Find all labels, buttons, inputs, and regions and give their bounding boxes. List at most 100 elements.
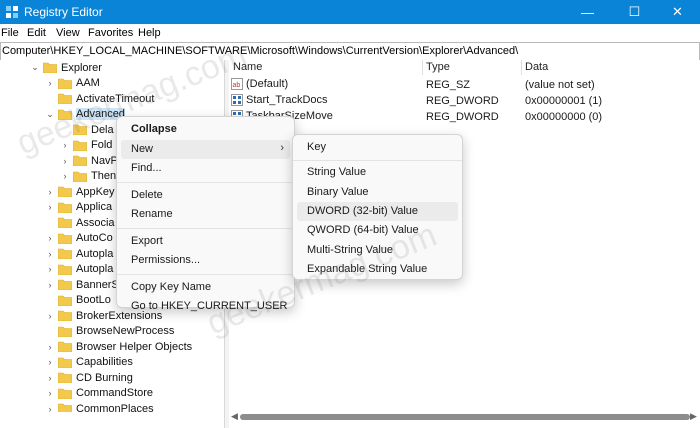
menu-separator	[117, 182, 294, 183]
folder-icon	[73, 124, 87, 135]
tree-item[interactable]: › AAM	[45, 76, 100, 91]
submenu-item-dword-32-bit-value[interactable]: DWORD (32-bit) Value	[297, 201, 458, 221]
column-divider[interactable]	[422, 60, 423, 75]
folder-icon	[73, 140, 87, 151]
submenu-item-binary-value[interactable]: Binary Value	[297, 183, 458, 202]
tree-item[interactable]: ⌄ Explorer	[30, 60, 102, 75]
value-data: 0x00000001 (1)	[525, 95, 603, 107]
menu-view[interactable]: View	[56, 27, 80, 39]
value-row[interactable]: TaskbarSizeMoveREG_DWORD0x00000000 (0)	[229, 109, 700, 125]
tree-item[interactable]: BrowseNewProcess	[45, 324, 174, 339]
tree-item[interactable]: Dela	[60, 122, 114, 137]
tree-item[interactable]: › NavP	[60, 153, 118, 168]
tree-item[interactable]: › CommonPlaces	[45, 401, 154, 412]
submenu-item-string-value[interactable]: String Value	[297, 163, 458, 182]
folder-icon	[43, 62, 57, 73]
column-divider[interactable]	[521, 60, 522, 75]
chevron-right-icon[interactable]: ›	[45, 77, 55, 89]
folder-icon	[58, 93, 72, 104]
submenu-item-expandable-string-value[interactable]: Expandable String Value	[297, 260, 458, 279]
menu-item-label: Collapse	[131, 123, 177, 135]
column-header-type[interactable]: Type	[426, 61, 450, 73]
tree-item[interactable]: › AppKey	[45, 184, 115, 199]
chevron-right-icon[interactable]: ›	[45, 248, 55, 260]
tree-horizontal-scrollbar[interactable]	[0, 412, 224, 428]
menu-separator	[293, 160, 462, 162]
new-submenu: Key String Value Binary Value DWORD (32-bit…	[292, 134, 463, 280]
chevron-right-icon[interactable]: ›	[60, 170, 70, 182]
values-horizontal-scrollbar[interactable]	[240, 414, 690, 420]
chevron-right-icon[interactable]: ›	[45, 310, 55, 322]
tree-item[interactable]: Associa	[45, 215, 115, 230]
tree-item[interactable]: ActivateTimeout	[45, 91, 154, 106]
menu-item-export[interactable]: Export	[121, 232, 290, 251]
value-data: 0x00000000 (0)	[525, 111, 603, 123]
value-row[interactable]: ab (Default) REG_SZ (value not set)	[229, 77, 700, 93]
tree-item-label: Capabilities	[76, 356, 133, 368]
value-row[interactable]: Start_TrackDocs REG_DWORD 0x00000001 (1)	[229, 93, 700, 109]
tree-item[interactable]: › Fold	[60, 138, 113, 153]
menu-item-find[interactable]: Find...	[121, 159, 290, 178]
minimize-icon: —	[581, 4, 594, 20]
menu-edit[interactable]: Edit	[27, 27, 46, 39]
menu-item-rename[interactable]: Rename	[121, 205, 290, 224]
string-value-icon: ab	[231, 78, 243, 90]
chevron-right-icon[interactable]: ›	[45, 186, 55, 198]
chevron-right-icon[interactable]: ›	[45, 341, 55, 353]
menu-favorites[interactable]: Favorites	[88, 27, 133, 39]
chevron-down-icon[interactable]: ⌄	[30, 62, 40, 74]
tree-item[interactable]: › CD Burning	[45, 370, 133, 385]
menu-item-delete[interactable]: Delete	[121, 186, 290, 205]
tree-item[interactable]: › CommandStore	[45, 386, 154, 401]
tree-item[interactable]: › Autopla	[45, 246, 114, 261]
chevron-right-icon[interactable]: ›	[45, 403, 55, 413]
scroll-right-arrow-icon[interactable]: ▶	[690, 411, 697, 422]
tree-item[interactable]: BootLo	[45, 293, 111, 308]
menu-item-permissions[interactable]: Permissions...	[121, 251, 290, 270]
column-header-data[interactable]: Data	[525, 61, 548, 73]
tree-item-label: Dela	[91, 123, 114, 136]
minimize-button[interactable]: —	[565, 0, 610, 24]
column-header-name[interactable]: Name	[233, 61, 262, 73]
menu-item-label: Find...	[131, 162, 162, 174]
maximize-button[interactable]: ☐	[612, 0, 657, 24]
chevron-right-icon[interactable]: ›	[45, 279, 55, 291]
submenu-item-key[interactable]: Key	[297, 138, 458, 157]
title-bar: Registry Editor — ☐ ✕	[0, 0, 700, 24]
chevron-right-icon[interactable]: ›	[60, 139, 70, 151]
tree-item[interactable]: ⌄ Advanced	[45, 107, 125, 122]
menu-file[interactable]: File	[1, 27, 19, 39]
menu-item-new[interactable]: New ›	[121, 139, 290, 159]
chevron-right-icon[interactable]: ›	[45, 201, 55, 213]
context-menu: Collapse New › Find... Delete Rename Export Per…	[116, 116, 295, 312]
close-button[interactable]: ✕	[655, 0, 700, 24]
chevron-right-icon[interactable]: ›	[45, 263, 55, 275]
menu-item-go-to-hkey-current-user[interactable]: Go to HKEY_CURRENT_USER	[121, 297, 290, 316]
scroll-left-arrow-icon[interactable]: ◀	[231, 411, 238, 422]
folder-icon	[58, 217, 72, 228]
submenu-item-qword-64-bit-value[interactable]: QWORD (64-bit) Value	[297, 221, 458, 240]
tree-item[interactable]: › Then	[60, 169, 117, 184]
chevron-right-icon[interactable]: ›	[45, 356, 55, 368]
tree-item[interactable]: › Browser Helper Objects	[45, 339, 193, 354]
tree-item[interactable]: › Capabilities	[45, 355, 133, 370]
tree-item-label: Fold	[91, 139, 113, 151]
menu-item-collapse[interactable]: Collapse	[121, 120, 290, 139]
chevron-down-icon[interactable]: ⌄	[45, 108, 55, 120]
tree-item[interactable]: › AutoCo	[45, 231, 113, 246]
chevron-right-icon[interactable]: ›	[60, 155, 70, 167]
address-bar[interactable]: Computer\HKEY_LOCAL_MACHINE\SOFTWARE\Mic…	[0, 42, 700, 61]
menu-item-copy-key-name[interactable]: Copy Key Name	[121, 278, 290, 297]
chevron-right-icon[interactable]: ›	[45, 387, 55, 399]
value-name-label: Start_TrackDocs	[246, 94, 328, 106]
value-type: REG_DWORD	[426, 95, 499, 107]
tree-item[interactable]: › Autopla	[45, 262, 114, 277]
tree-item[interactable]: › Applica	[45, 200, 113, 215]
chevron-right-icon[interactable]: ›	[45, 372, 55, 384]
chevron-right-icon[interactable]: ›	[45, 232, 55, 244]
tree-item[interactable]: › BannerS	[45, 277, 119, 292]
registry-editor-icon	[6, 6, 18, 18]
submenu-item-multi-string-value[interactable]: Multi-String Value	[297, 241, 458, 260]
menu-help[interactable]: Help	[138, 27, 161, 39]
window-title: Registry Editor	[24, 5, 103, 19]
